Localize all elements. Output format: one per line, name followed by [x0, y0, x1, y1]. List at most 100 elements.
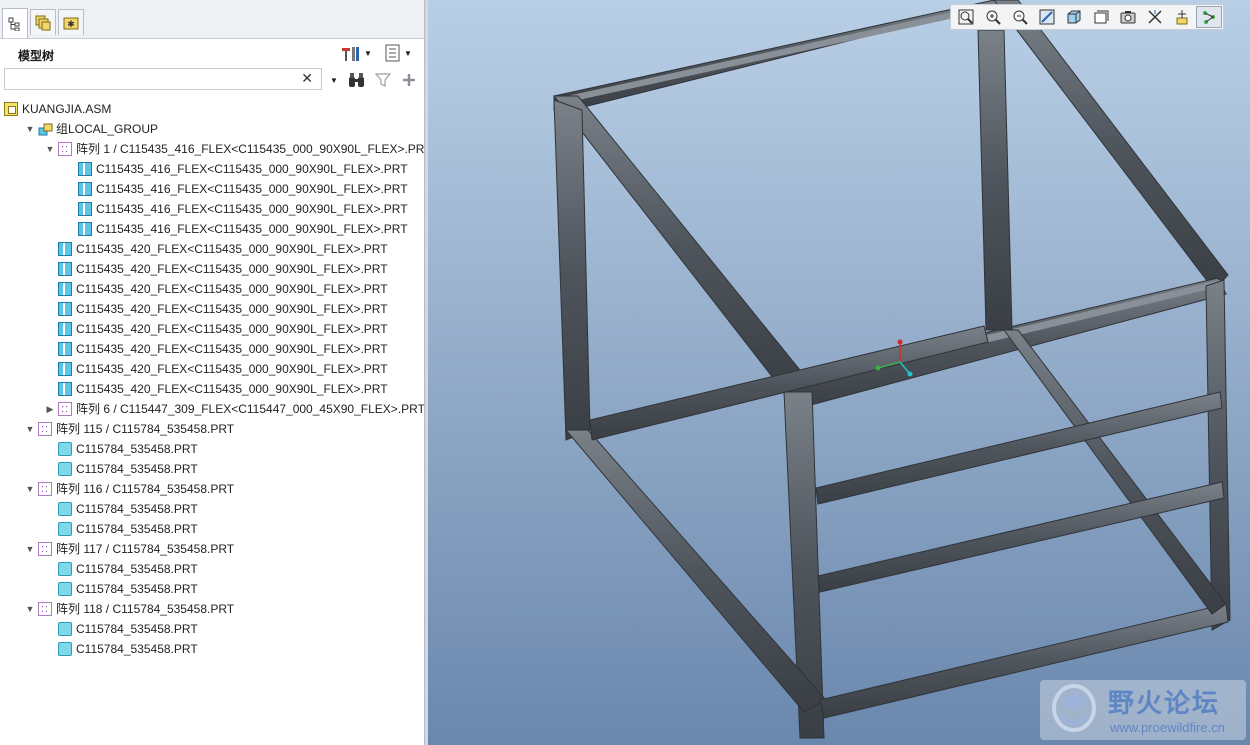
- model-tree-panel: ✱ 模型树 ▼ ▼ ✕ ▼ KUANGJIA.ASM ▼ 组LOCAL_GROUP ▼…: [0, 0, 432, 745]
- annotation-display-button[interactable]: [1196, 6, 1222, 28]
- collapse-toggle-icon[interactable]: ▼: [24, 423, 36, 435]
- repaint-button[interactable]: [1034, 6, 1060, 28]
- panel-title: 模型树: [18, 49, 55, 63]
- settings-menu-button[interactable]: ▼: [340, 43, 372, 63]
- saved-views-icon: [1094, 10, 1109, 24]
- zoom-out-icon: [1013, 10, 1028, 25]
- tree-row[interactable]: ▼ 阵列 117 / C115784_535458.PRT: [24, 539, 235, 559]
- flexible-part-icon: [58, 262, 72, 276]
- tree-row[interactable]: C115435_420_FLEX<C115435_000_90X90L_FLEX…: [44, 359, 388, 379]
- view-toolbar: [950, 4, 1224, 30]
- graphics-viewport[interactable]: 野火论坛 www.proewildfire.cn: [428, 0, 1250, 745]
- tree-row[interactable]: C115435_416_FLEX<C115435_000_90X90L_FLEX…: [64, 219, 408, 239]
- search-options-button[interactable]: ▼: [328, 71, 340, 89]
- tools-icon: [342, 47, 359, 61]
- tree-row[interactable]: ▶ 阵列 6 / C115447_309_FLEX<C115447_000_45X…: [44, 399, 425, 419]
- zoom-out-button[interactable]: [1007, 6, 1033, 28]
- flexible-part-icon: [58, 322, 72, 336]
- tree-row[interactable]: C115784_535458.PRT: [44, 459, 198, 479]
- annotation-display-icon: [1203, 11, 1215, 24]
- layers-tab[interactable]: [30, 9, 56, 35]
- tree-row[interactable]: C115435_416_FLEX<C115435_000_90X90L_FLEX…: [64, 199, 408, 219]
- tree-row-label: C115435_416_FLEX<C115435_000_90X90L_FLEX…: [96, 222, 408, 236]
- saved-views-button[interactable]: [1088, 6, 1114, 28]
- tree-row[interactable]: C115435_420_FLEX<C115435_000_90X90L_FLEX…: [44, 379, 388, 399]
- toggle-spacer: [44, 563, 56, 575]
- collapse-toggle-icon[interactable]: ▼: [24, 123, 36, 135]
- tree-row[interactable]: C115435_420_FLEX<C115435_000_90X90L_FLEX…: [44, 259, 388, 279]
- tree-row-label: 阵列 117 / C115784_535458.PRT: [56, 542, 235, 556]
- tree-row[interactable]: ▼ 阵列 1 / C115435_416_FLEX<C115435_000_90X…: [44, 139, 432, 159]
- tree-row[interactable]: C115435_420_FLEX<C115435_000_90X90L_FLEX…: [44, 279, 388, 299]
- tree-row[interactable]: C115784_535458.PRT: [44, 499, 198, 519]
- tree-row[interactable]: C115784_535458.PRT: [44, 439, 198, 459]
- svg-text:✱: ✱: [67, 19, 75, 29]
- datum-display-icon: [1148, 10, 1162, 24]
- refit-button[interactable]: [953, 6, 979, 28]
- tree-row[interactable]: ▼ 组LOCAL_GROUP: [24, 119, 159, 139]
- collapse-toggle-icon[interactable]: ▼: [24, 483, 36, 495]
- tree-row-label: C115435_420_FLEX<C115435_000_90X90L_FLEX…: [76, 382, 388, 396]
- tree-row[interactable]: ▼ 阵列 116 / C115784_535458.PRT: [24, 479, 235, 499]
- collapse-toggle-icon[interactable]: ▼: [44, 143, 56, 155]
- tree-row[interactable]: C115784_535458.PRT: [44, 559, 198, 579]
- toggle-spacer: [64, 163, 76, 175]
- find-button[interactable]: [346, 71, 368, 89]
- pattern-icon: [38, 599, 52, 619]
- view-manager-button[interactable]: [1115, 6, 1141, 28]
- part-icon: [58, 462, 72, 476]
- post-right: [1205, 279, 1231, 631]
- toggle-spacer: [44, 343, 56, 355]
- spin-center-button[interactable]: [1169, 6, 1195, 28]
- expand-toggle-icon[interactable]: ▶: [44, 403, 56, 415]
- tree-row[interactable]: C115784_535458.PRT: [44, 519, 198, 539]
- tree-row[interactable]: C115784_535458.PRT: [44, 579, 198, 599]
- tree-row[interactable]: C115435_420_FLEX<C115435_000_90X90L_FLEX…: [44, 339, 388, 359]
- watermark: 野火论坛 www.proewildfire.cn: [1040, 680, 1246, 740]
- toggle-spacer: [44, 503, 56, 515]
- tree-row[interactable]: C115435_420_FLEX<C115435_000_90X90L_FLEX…: [44, 319, 388, 339]
- tree-row-label: C115784_535458.PRT: [76, 462, 198, 476]
- display-style-button[interactable]: [1061, 6, 1087, 28]
- toggle-spacer: [44, 303, 56, 315]
- tree-row[interactable]: KUANGJIA.ASM: [4, 99, 111, 119]
- show-menu-button[interactable]: ▼: [384, 43, 412, 63]
- collapse-toggle-icon[interactable]: ▼: [24, 543, 36, 555]
- tree-row-label: C115784_535458.PRT: [76, 622, 198, 636]
- zoom-in-button[interactable]: [980, 6, 1006, 28]
- part-icon: [58, 582, 72, 596]
- collapse-toggle-icon[interactable]: ▼: [24, 603, 36, 615]
- tree-row[interactable]: C115435_420_FLEX<C115435_000_90X90L_FLEX…: [44, 239, 388, 259]
- search-input[interactable]: [9, 70, 303, 90]
- add-column-button[interactable]: [400, 71, 418, 89]
- navigator-tabs: ✱: [0, 0, 424, 39]
- tree-row-label: KUANGJIA.ASM: [22, 102, 112, 116]
- view-manager-icon: [1120, 11, 1136, 24]
- tree-row[interactable]: C115435_416_FLEX<C115435_000_90X90L_FLEX…: [64, 159, 408, 179]
- clear-icon[interactable]: ✕: [301, 70, 313, 87]
- toggle-spacer: [44, 383, 56, 395]
- tree-row-label: C115784_535458.PRT: [76, 642, 198, 656]
- filter-button[interactable]: [374, 71, 392, 89]
- datum-display-button[interactable]: [1142, 6, 1168, 28]
- watermark-url: www.proewildfire.cn: [1110, 720, 1225, 735]
- toggle-spacer: [44, 523, 56, 535]
- tree-row[interactable]: C115435_420_FLEX<C115435_000_90X90L_FLEX…: [44, 299, 388, 319]
- tree-row[interactable]: ▼ 阵列 115 / C115784_535458.PRT: [24, 419, 235, 439]
- favorites-tab[interactable]: ✱: [58, 9, 84, 35]
- tree-row-label: C115784_535458.PRT: [76, 502, 198, 516]
- tree-row[interactable]: ▼ 阵列 118 / C115784_535458.PRT: [24, 599, 235, 619]
- binoculars-icon: [349, 73, 364, 87]
- toggle-spacer: [44, 623, 56, 635]
- tree-row[interactable]: C115784_535458.PRT: [44, 639, 198, 659]
- beam-highlight: [558, 2, 1000, 104]
- tree-row[interactable]: C115435_416_FLEX<C115435_000_90X90L_FLEX…: [64, 179, 408, 199]
- model-tree-tab[interactable]: [2, 8, 28, 38]
- tree-row[interactable]: C115784_535458.PRT: [44, 619, 198, 639]
- tree-row-label: C115435_420_FLEX<C115435_000_90X90L_FLEX…: [76, 282, 388, 296]
- chevron-down-icon: ▼: [404, 48, 412, 58]
- toggle-spacer: [44, 243, 56, 255]
- beam-top-left: [552, 95, 809, 393]
- toggle-spacer: [44, 583, 56, 595]
- flexible-part-icon: [58, 382, 72, 396]
